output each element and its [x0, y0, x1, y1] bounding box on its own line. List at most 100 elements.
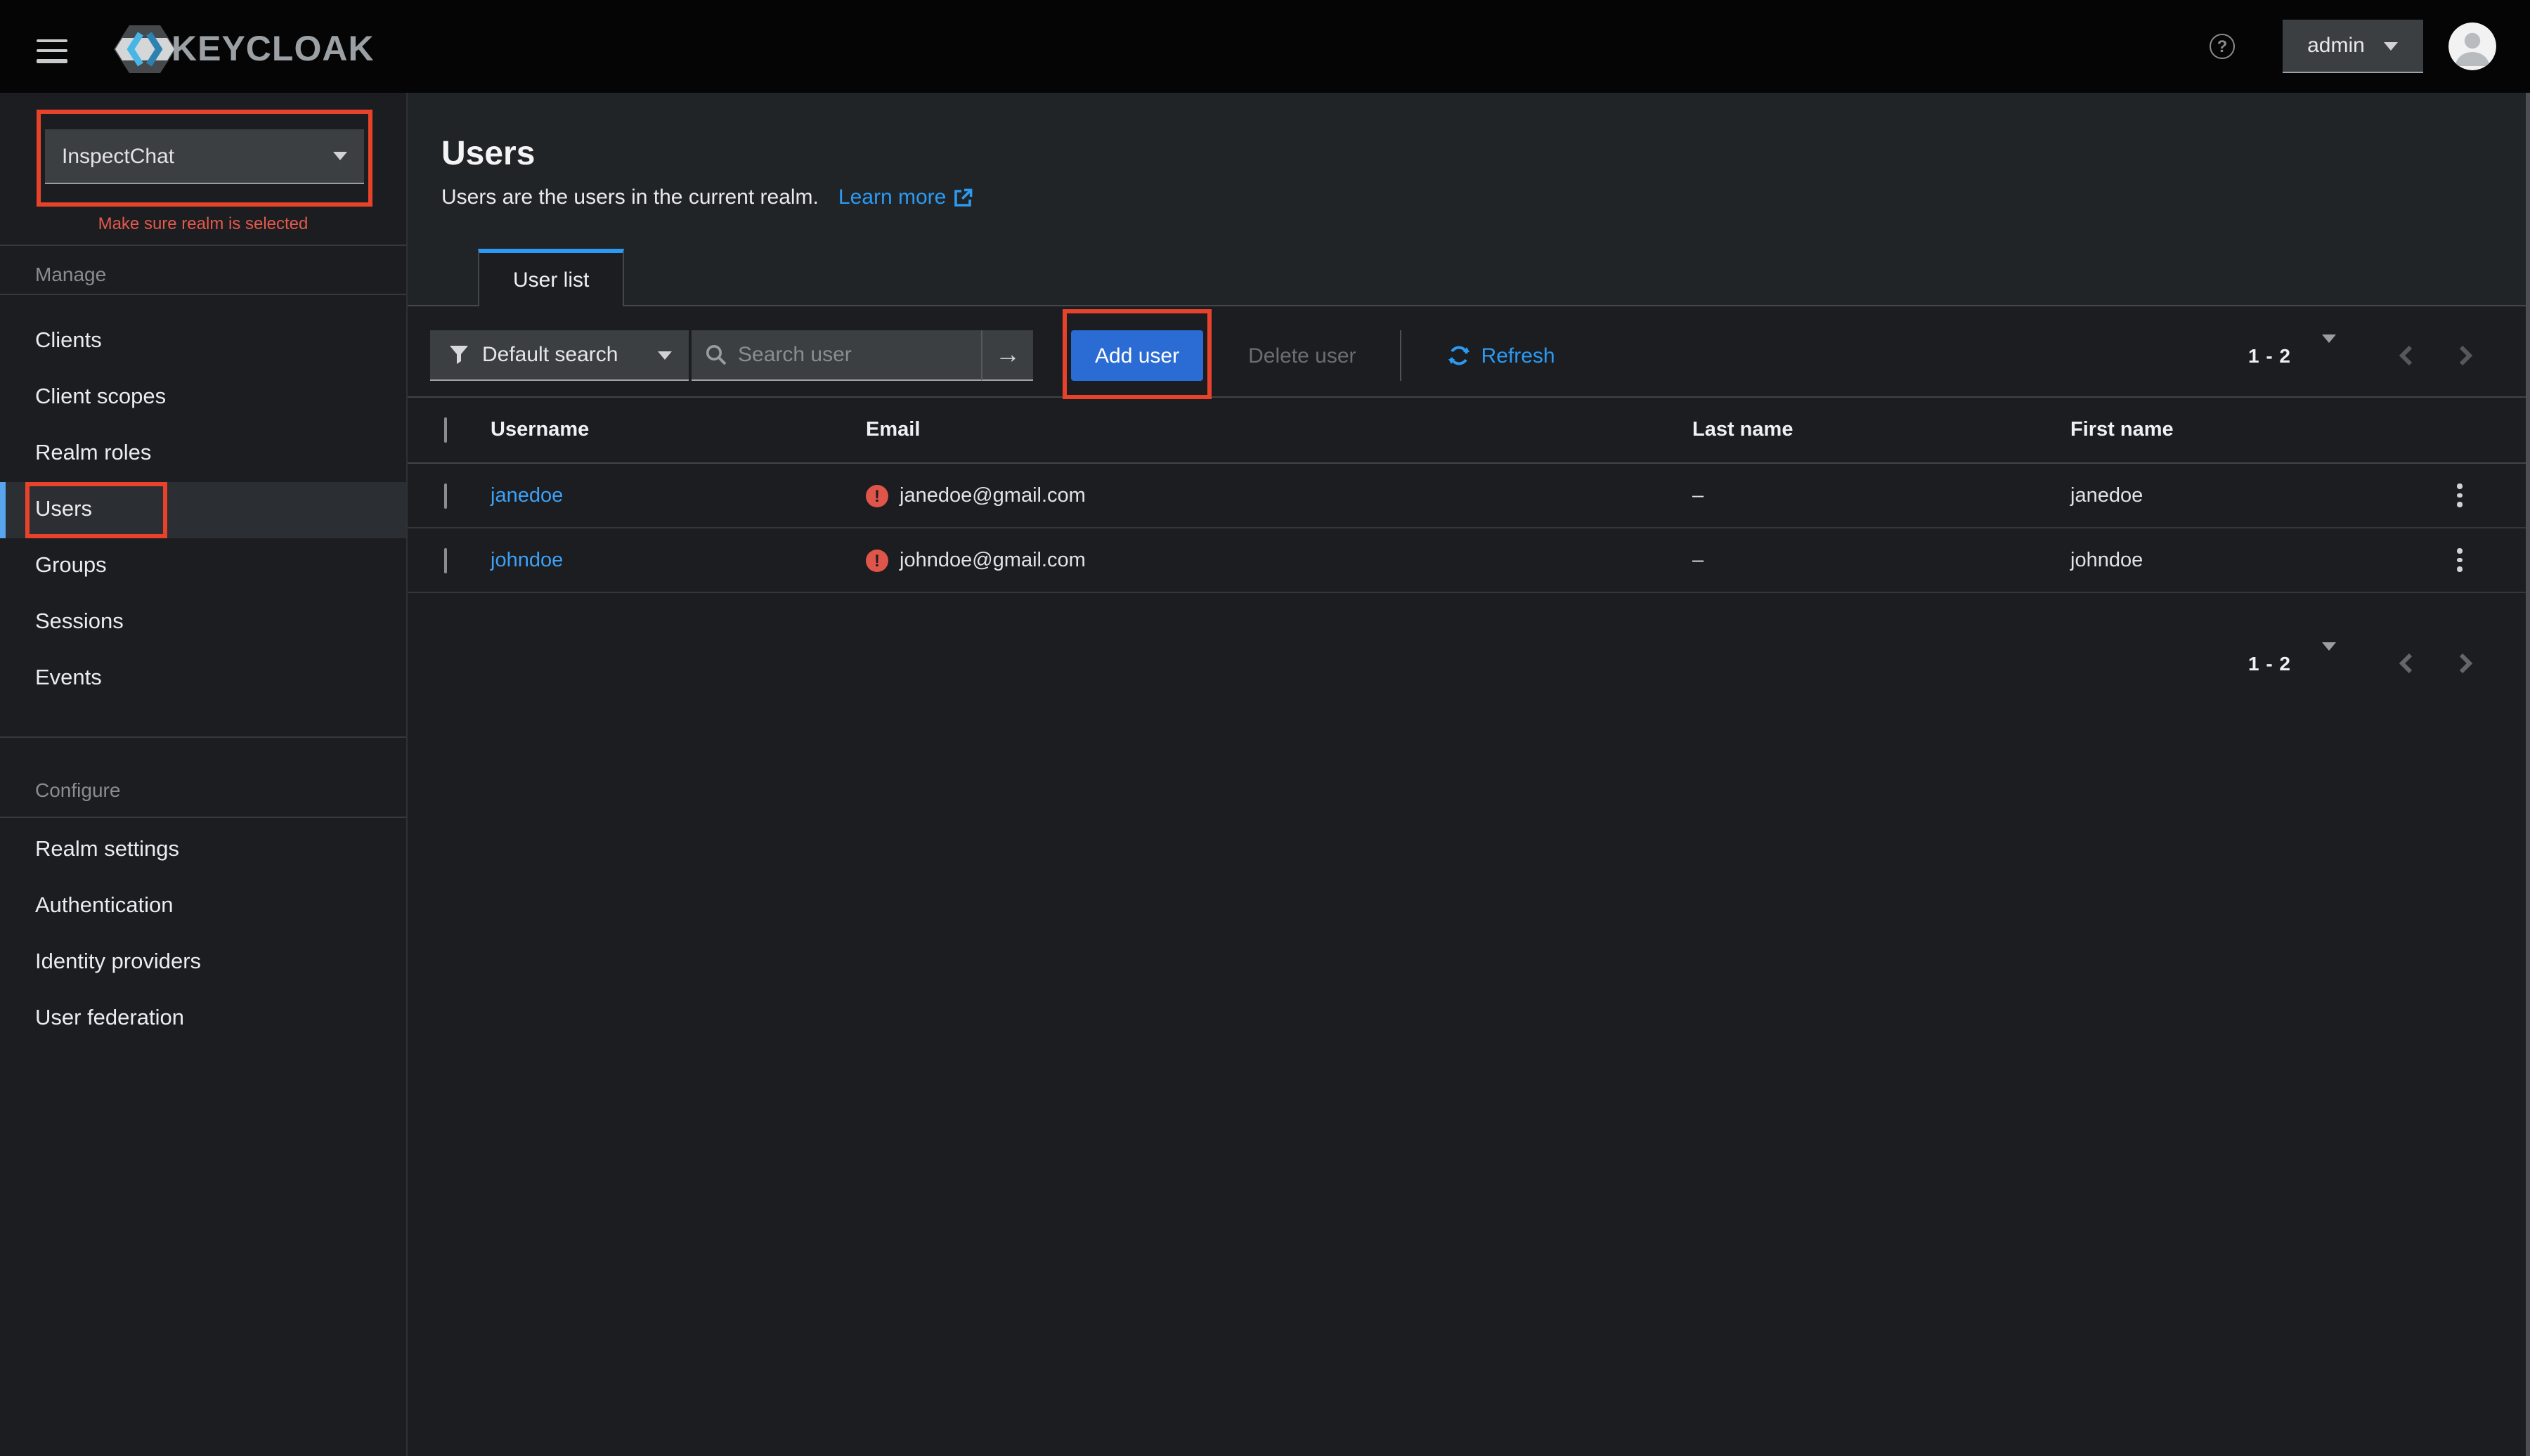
email-value: johndoe@gmail.com — [900, 549, 1086, 571]
sidebar-item-realm-roles[interactable]: Realm roles — [0, 426, 406, 482]
sidebar-item-realm-settings[interactable]: Realm settings — [0, 822, 406, 878]
page-description: Users are the users in the current realm… — [441, 186, 2496, 209]
email-unverified-warning-icon: ! — [866, 549, 888, 571]
brand-text: KEYCLOAK — [171, 29, 375, 68]
first-name-value: janedoe — [2070, 484, 2143, 507]
toolbar: Default search → Add user Delete user — [408, 306, 2530, 399]
chevron-right-icon — [2459, 345, 2473, 366]
last-name-value: – — [1692, 549, 1704, 571]
chevron-left-icon — [2399, 345, 2413, 366]
page-title: Users — [441, 135, 536, 173]
delete-user-button[interactable]: Delete user — [1248, 330, 1356, 381]
pagination-options-toggle[interactable] — [2316, 334, 2342, 374]
sidebar: InspectChat Make sure realm is selected … — [0, 93, 408, 1456]
sidebar-item-sessions[interactable]: Sessions — [0, 594, 406, 651]
email-value: janedoe@gmail.com — [900, 484, 1086, 507]
realm-annotation-text: Make sure realm is selected — [98, 214, 309, 233]
help-icon[interactable]: ? — [2210, 34, 2235, 59]
username-link[interactable]: johndoe — [491, 549, 563, 571]
tab-user-list[interactable]: User list — [478, 249, 625, 306]
sidebar-item-events[interactable]: Events — [0, 651, 406, 707]
pagination-top: 1 - 2 — [2248, 330, 2474, 381]
column-header-username: Username — [491, 419, 590, 441]
tab-bar: User list — [408, 249, 2530, 306]
username-link[interactable]: janedoe — [491, 484, 563, 507]
vertical-scrollbar[interactable] — [2526, 93, 2530, 1456]
search-user-box — [692, 330, 981, 381]
sidebar-item-clients[interactable]: Clients — [0, 313, 406, 370]
pagination-range-label: 1 - 2 — [2247, 344, 2291, 367]
row-checkbox[interactable] — [444, 547, 447, 573]
divider — [0, 817, 406, 818]
user-menu-label: admin — [2307, 34, 2365, 58]
table-header-row: Username Email Last name First name — [408, 398, 2530, 464]
pagination-options-toggle[interactable] — [2316, 642, 2342, 682]
select-all-checkbox[interactable] — [444, 417, 447, 443]
previous-page-button[interactable] — [2398, 344, 2415, 367]
column-header-email: Email — [866, 419, 921, 441]
nav-list-configure: Realm settings Authentication Identity p… — [0, 822, 406, 1047]
chevron-down-icon — [333, 152, 347, 160]
hamburger-menu-icon[interactable] — [37, 39, 67, 63]
filter-icon — [450, 346, 468, 364]
nav-section-manage: Manage — [35, 263, 107, 285]
pagination-bottom: 1 - 2 — [408, 635, 2530, 691]
chevron-left-icon — [2399, 653, 2413, 674]
learn-more-link[interactable]: Learn more — [838, 186, 973, 209]
divider — [1399, 330, 1401, 381]
last-name-value: – — [1692, 484, 1704, 507]
nav-list-manage: Clients Client scopes Realm roles Users … — [0, 313, 406, 707]
sidebar-item-groups[interactable]: Groups — [0, 538, 406, 594]
search-user-input[interactable] — [738, 343, 949, 367]
realm-selector[interactable]: InspectChat — [45, 129, 364, 184]
chevron-down-icon — [2384, 41, 2399, 50]
sidebar-item-identity-providers[interactable]: Identity providers — [0, 935, 406, 991]
previous-page-button[interactable] — [2398, 652, 2415, 675]
sidebar-item-authentication[interactable]: Authentication — [0, 878, 406, 935]
search-submit-button[interactable]: → — [981, 330, 1033, 381]
user-menu-dropdown[interactable]: admin — [2283, 20, 2423, 73]
chevron-right-icon — [2459, 653, 2473, 674]
row-kebab-menu[interactable] — [2446, 483, 2479, 508]
sidebar-item-user-federation[interactable]: User federation — [0, 991, 406, 1047]
keycloak-logo: KEYCLOAK — [112, 21, 375, 77]
chevron-down-icon — [2322, 642, 2336, 675]
keycloak-hexagon-icon — [114, 25, 176, 73]
users-table: Username Email Last name First name jane… — [408, 398, 2530, 593]
search-icon — [706, 345, 727, 365]
refresh-button[interactable]: Refresh — [1448, 330, 1555, 381]
search-type-dropdown[interactable]: Default search — [430, 330, 689, 381]
realm-selector-value: InspectChat — [62, 144, 175, 168]
column-header-last-name: Last name — [1692, 419, 1793, 441]
avatar[interactable] — [2448, 22, 2496, 70]
external-link-icon — [954, 188, 973, 206]
users-annotation-box: Users — [25, 482, 167, 538]
column-header-first-name: First name — [2070, 419, 2174, 441]
row-checkbox[interactable] — [444, 483, 447, 508]
divider — [0, 294, 406, 295]
refresh-icon — [1448, 346, 1470, 365]
masthead: KEYCLOAK ? admin — [0, 0, 2530, 93]
keycloak-admin-console: KEYCLOAK ? admin InspectChat Make sure r… — [0, 0, 2530, 1456]
table-row: janedoe ! janedoe@gmail.com – janedoe — [408, 464, 2530, 528]
masthead-actions: ? admin — [2210, 20, 2496, 73]
nav-section-configure: Configure — [35, 779, 121, 801]
add-user-annotation-box: Add user — [1063, 309, 1212, 399]
table-row: johndoe ! johndoe@gmail.com – johndoe — [408, 528, 2530, 593]
avatar-icon — [2448, 22, 2496, 70]
chevron-down-icon — [658, 351, 672, 359]
next-page-button[interactable] — [2457, 652, 2474, 675]
page-description-text: Users are the users in the current realm… — [441, 186, 819, 209]
email-unverified-warning-icon: ! — [866, 484, 888, 507]
sidebar-item-client-scopes[interactable]: Client scopes — [0, 370, 406, 426]
pagination-range-label: 1 - 2 — [2247, 652, 2291, 675]
next-page-button[interactable] — [2457, 344, 2474, 367]
row-kebab-menu[interactable] — [2446, 547, 2479, 573]
sidebar-item-users[interactable]: Users — [0, 482, 406, 538]
page-header: Users Users are the users in the current… — [408, 93, 2530, 306]
realm-selector-annotation-box: InspectChat — [37, 110, 372, 207]
main-content: Users Users are the users in the current… — [408, 93, 2530, 1456]
add-user-button[interactable]: Add user — [1071, 330, 1204, 381]
first-name-value: johndoe — [2070, 549, 2143, 571]
chevron-down-icon — [2322, 334, 2336, 367]
